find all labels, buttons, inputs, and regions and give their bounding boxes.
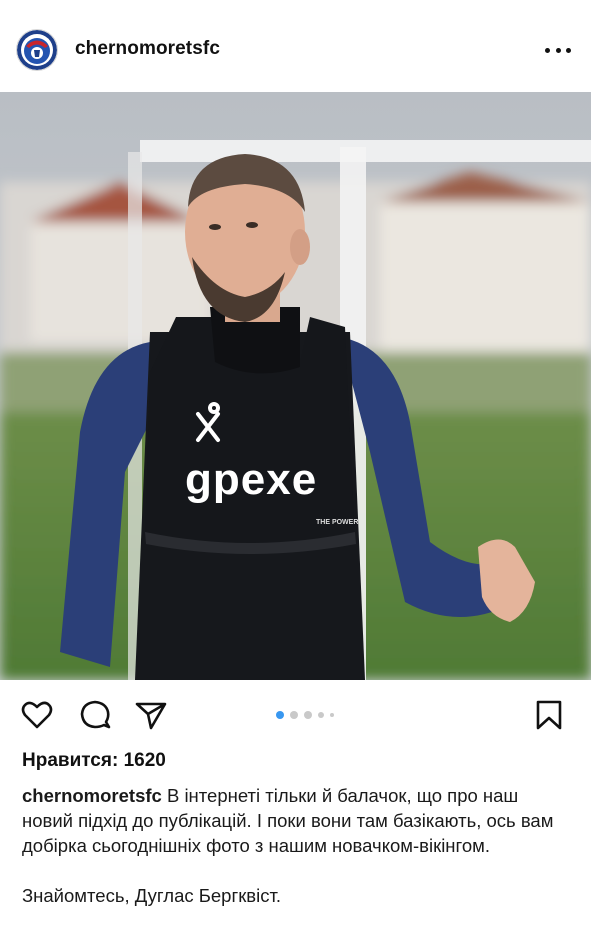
more-dot [555,47,561,53]
carousel-indicator [276,711,334,719]
more-dots-icon[interactable] [545,38,571,62]
player-photo: gpexe THE POWER [0,92,591,680]
bib-brand-text: gpexe [185,455,317,504]
carousel-dot [304,711,312,719]
likes-number: 1620 [123,750,166,771]
heart-icon[interactable] [20,698,54,732]
post-caption: chernomoretsfc В інтернеті тільки й бала… [22,783,567,908]
likes-count[interactable]: Нравится: 1620 [22,750,166,772]
comment-icon[interactable] [78,698,112,732]
avatar[interactable] [16,29,58,71]
more-dot [545,47,550,53]
post-username[interactable]: chernomoretsfc [75,38,220,60]
carousel-dot [290,711,298,719]
carousel-dot [318,712,324,718]
club-logo [17,30,57,70]
carousel-dot-active [276,711,284,719]
carousel-dot [330,713,334,717]
more-dot [566,47,571,53]
caption-text-2: Знайомтесь, Дуглас Бергквіст. [22,885,282,906]
paper-plane-icon[interactable] [134,698,168,732]
post-header: chernomoretsfc [0,0,591,92]
bookmark-icon[interactable] [532,698,566,732]
bib-tagline-text: THE POWER [316,519,358,526]
caption-username[interactable]: chernomoretsfc [22,785,162,806]
post-photo[interactable]: gpexe THE POWER [0,92,591,680]
action-bar [0,690,591,740]
likes-label: Нравится: [22,750,119,771]
